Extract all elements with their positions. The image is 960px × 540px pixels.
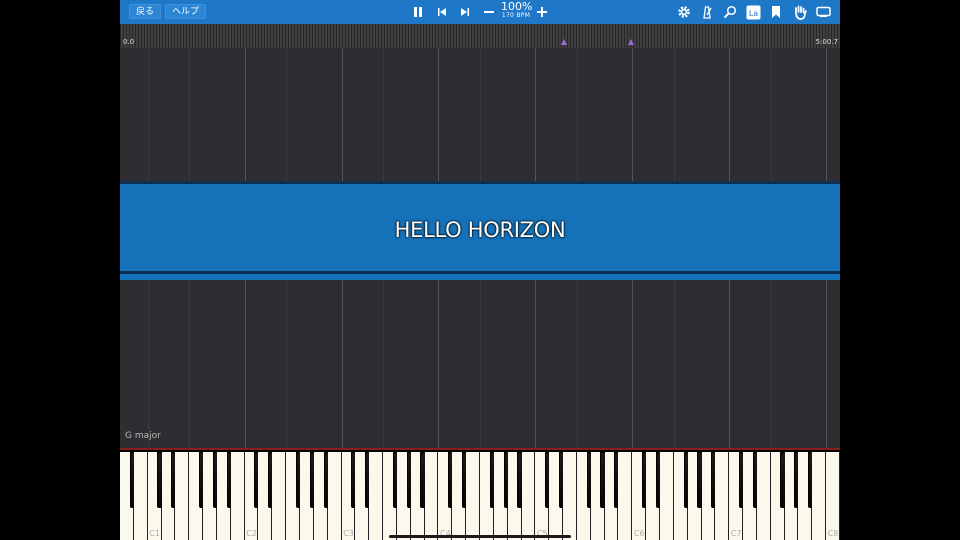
toolbar: 戻る ヘルプ 100% 170 BPM La (120, 0, 840, 24)
tempo-percent: 100% (501, 0, 533, 13)
timeline-scrubber[interactable]: 0.0 5:00.7 (120, 24, 840, 48)
white-key[interactable] (756, 452, 771, 540)
white-key[interactable] (133, 452, 148, 540)
svg-text:La: La (748, 9, 757, 18)
help-button[interactable]: ヘルプ (165, 4, 207, 19)
label-icon[interactable]: La (744, 3, 762, 21)
synthesia-app: 戻る ヘルプ 100% 170 BPM La 0.0 5:00.7 HELLO … (120, 0, 840, 540)
note-roll: HELLO HORIZON G major (120, 48, 840, 448)
pause-icon[interactable] (409, 3, 427, 21)
white-key[interactable] (521, 452, 536, 540)
song-title-banner: HELLO HORIZON (120, 181, 840, 280)
white-key[interactable] (424, 452, 439, 540)
white-key[interactable] (272, 452, 287, 540)
gear-icon[interactable] (675, 3, 693, 21)
timeline-start-time: 0.0 (123, 38, 135, 46)
loop-marker-end[interactable] (628, 39, 634, 45)
skip-forward-icon[interactable] (456, 3, 474, 21)
back-button[interactable]: 戻る (129, 4, 162, 19)
white-key[interactable] (369, 452, 384, 540)
plus-icon[interactable] (533, 3, 551, 21)
white-key[interactable] (175, 452, 190, 540)
song-title: HELLO HORIZON (394, 218, 566, 242)
white-key[interactable] (563, 452, 577, 540)
key-signature-label: G major (125, 431, 161, 441)
tempo-bpm: 170 BPM (501, 12, 531, 19)
white-key[interactable] (230, 452, 245, 540)
metronome-icon[interactable] (698, 3, 716, 21)
piano-keyboard[interactable]: C1 C2 C3 C4 C5 C6 C7 C8 (120, 448, 840, 540)
white-key[interactable] (327, 452, 342, 540)
white-key[interactable] (826, 452, 840, 540)
white-key[interactable] (466, 452, 480, 540)
magnifier-icon[interactable] (721, 3, 739, 21)
white-key[interactable] (660, 452, 674, 540)
home-indicator (389, 535, 571, 538)
octave-label: C8 (827, 529, 839, 538)
tempo-display: 100% 170 BPM (501, 0, 533, 20)
bookmark-icon[interactable] (767, 3, 785, 21)
loop-marker-start[interactable] (561, 39, 567, 45)
white-key[interactable] (715, 452, 730, 540)
white-key[interactable] (618, 452, 633, 540)
keyboard-icon[interactable] (814, 3, 832, 21)
timeline-end-time: 5:00.7 (815, 38, 838, 46)
white-key[interactable] (812, 452, 827, 540)
skip-back-icon[interactable] (433, 3, 451, 21)
minus-icon[interactable] (480, 3, 498, 21)
hand-icon[interactable] (791, 3, 809, 21)
